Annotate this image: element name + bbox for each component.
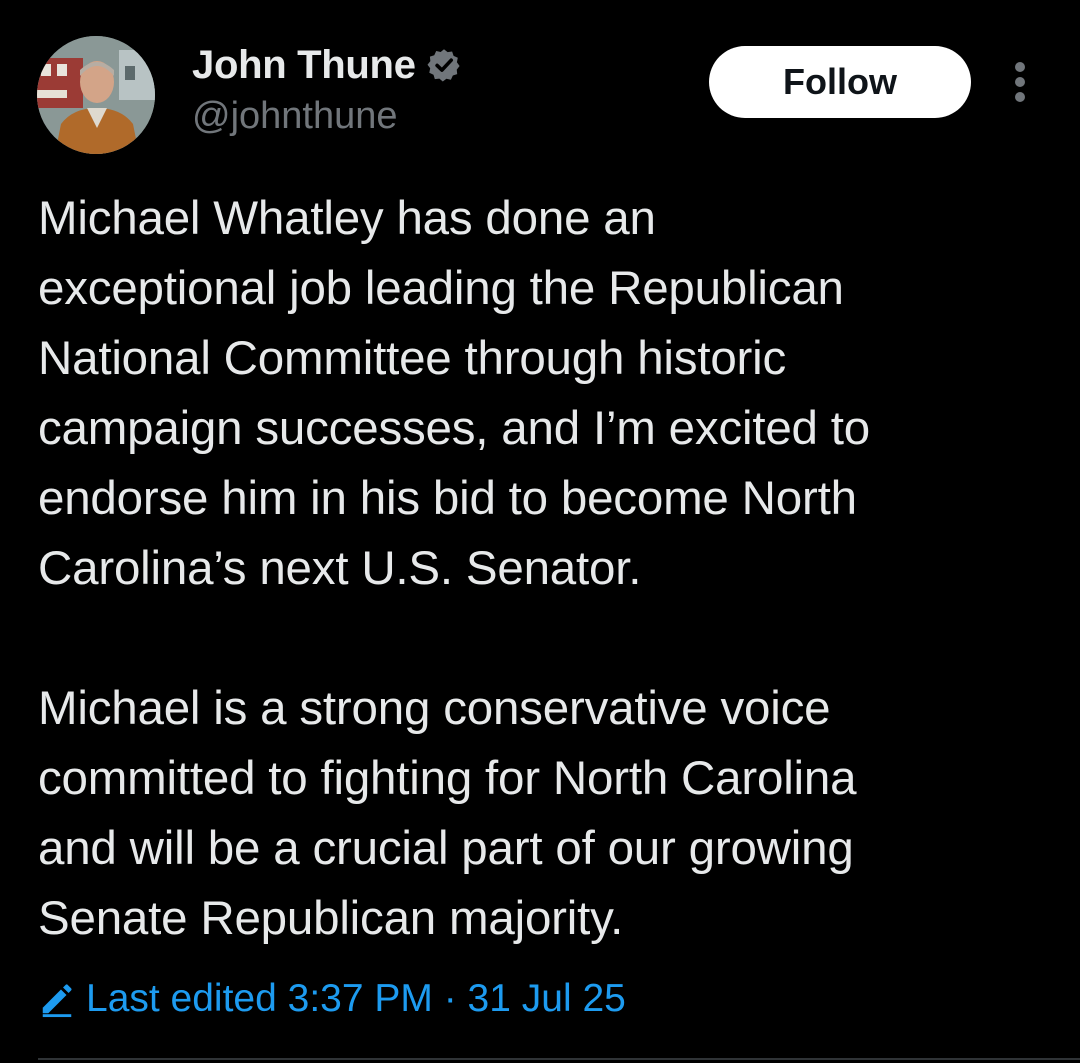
avatar-image: [37, 36, 155, 154]
post-line: Carolina’s next U.S. Senator.: [38, 542, 642, 595]
more-vertical-icon[interactable]: [1006, 62, 1034, 102]
last-edited-link[interactable]: Last edited 3:37 PM · 31 Jul 25: [38, 972, 626, 1026]
post-text: Michael Whatley has done an exceptional …: [38, 184, 1048, 954]
post-line: Senate Republican majority.: [38, 892, 624, 945]
follow-button[interactable]: Follow: [709, 46, 971, 118]
divider: [38, 1058, 1080, 1060]
display-name[interactable]: John Thune: [192, 43, 416, 88]
post-line: Michael is a strong conservative voice: [38, 682, 831, 735]
avatar[interactable]: [37, 36, 155, 154]
post-line: endorse him in his bid to become North: [38, 472, 857, 525]
post-line: campaign successes, and I’m excited to: [38, 402, 870, 455]
author-name-row: John Thune: [192, 42, 462, 88]
post-line: exceptional job leading the Republican: [38, 262, 844, 315]
tweet: John Thune @johnthune Follow Michael Wha…: [0, 0, 1080, 1063]
post-line: Michael Whatley has done an: [38, 192, 656, 245]
post-line: committed to fighting for North Carolina: [38, 752, 857, 805]
pencil-icon: [42, 984, 72, 1018]
post-line: National Committee through historic: [38, 332, 787, 385]
post-line: and will be a crucial part of our growin…: [38, 822, 854, 875]
author-handle[interactable]: @johnthune: [192, 95, 398, 138]
verified-badge-icon: [426, 47, 462, 83]
last-edited-label: Last edited 3:37 PM · 31 Jul 25: [86, 977, 626, 1020]
